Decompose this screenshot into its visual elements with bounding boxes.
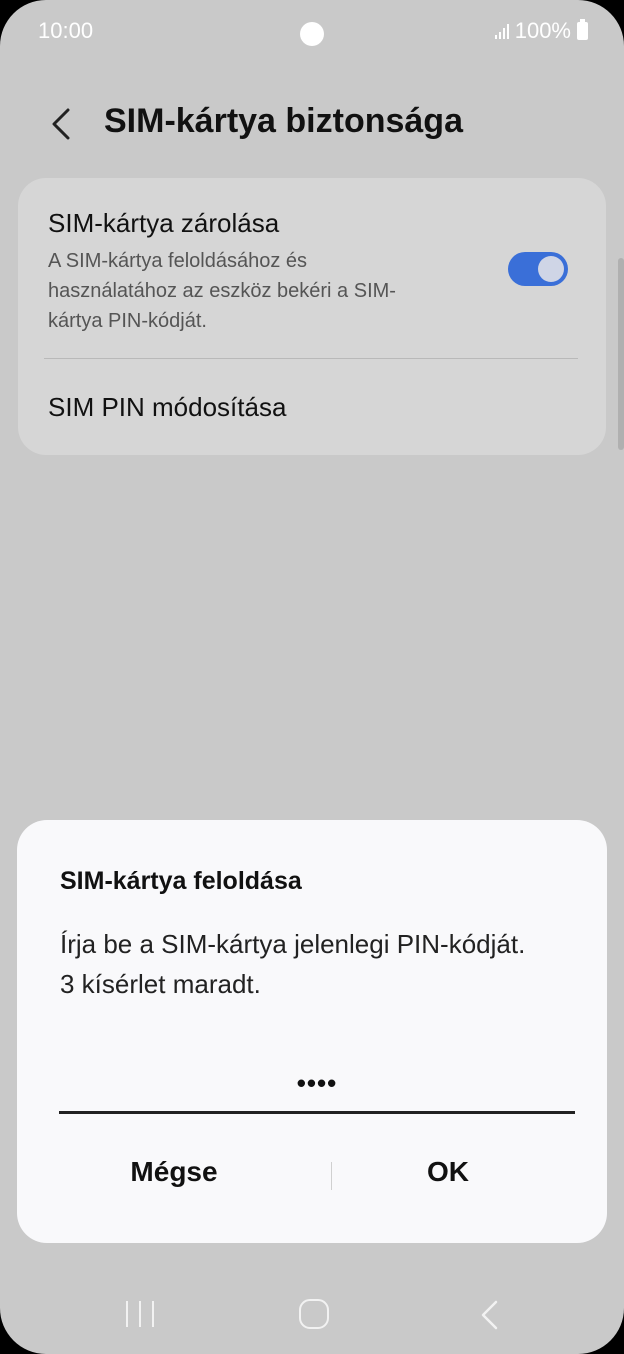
status-time: 10:00 [38, 18, 94, 43]
attempts-remaining: 3 kísérlet maradt. [60, 969, 261, 999]
navigation-bar [0, 1285, 624, 1345]
signal-icon [494, 23, 509, 39]
back-chevron-icon[interactable] [46, 104, 80, 144]
battery-icon [577, 19, 588, 40]
dialog-title: SIM-kártya feloldása [60, 867, 302, 895]
status-indicators: 100% [494, 18, 588, 44]
pin-input[interactable] [59, 1055, 575, 1114]
ok-button[interactable]: OK [331, 1156, 565, 1188]
header: SIM-kártya biztonsága [0, 94, 624, 154]
front-camera [300, 22, 324, 46]
screen: 10:00 100% SIM-kártya biztonsága SIM-kár… [0, 0, 624, 1354]
sim-lock-description: A SIM-kártya feloldásához és használatáh… [48, 250, 396, 332]
sim-lock-title: SIM-kártya zárolása [48, 208, 280, 238]
back-icon[interactable] [478, 1299, 500, 1331]
change-sim-pin-item[interactable]: SIM PIN módosítása [48, 392, 286, 423]
divider [44, 358, 578, 359]
unlock-dialog: SIM-kártya feloldása Írja be a SIM-kárty… [17, 820, 607, 1243]
battery-percent: 100% [514, 18, 571, 43]
sim-lock-toggle[interactable] [508, 252, 568, 286]
dialog-instruction: Írja be a SIM-kártya jelenlegi PIN-kódjá… [60, 929, 526, 959]
scrollbar[interactable] [618, 258, 624, 450]
toggle-knob [538, 256, 564, 282]
status-bar: 10:00 100% [0, 0, 624, 64]
cancel-button[interactable]: Mégse [17, 1156, 331, 1188]
page-title: SIM-kártya biztonsága [104, 102, 463, 140]
recents-icon[interactable] [126, 1301, 154, 1327]
settings-card: SIM-kártya zárolása A SIM-kártya feloldá… [18, 178, 606, 455]
home-icon[interactable] [299, 1299, 329, 1329]
dialog-message: Írja be a SIM-kártya jelenlegi PIN-kódjá… [60, 924, 560, 1004]
